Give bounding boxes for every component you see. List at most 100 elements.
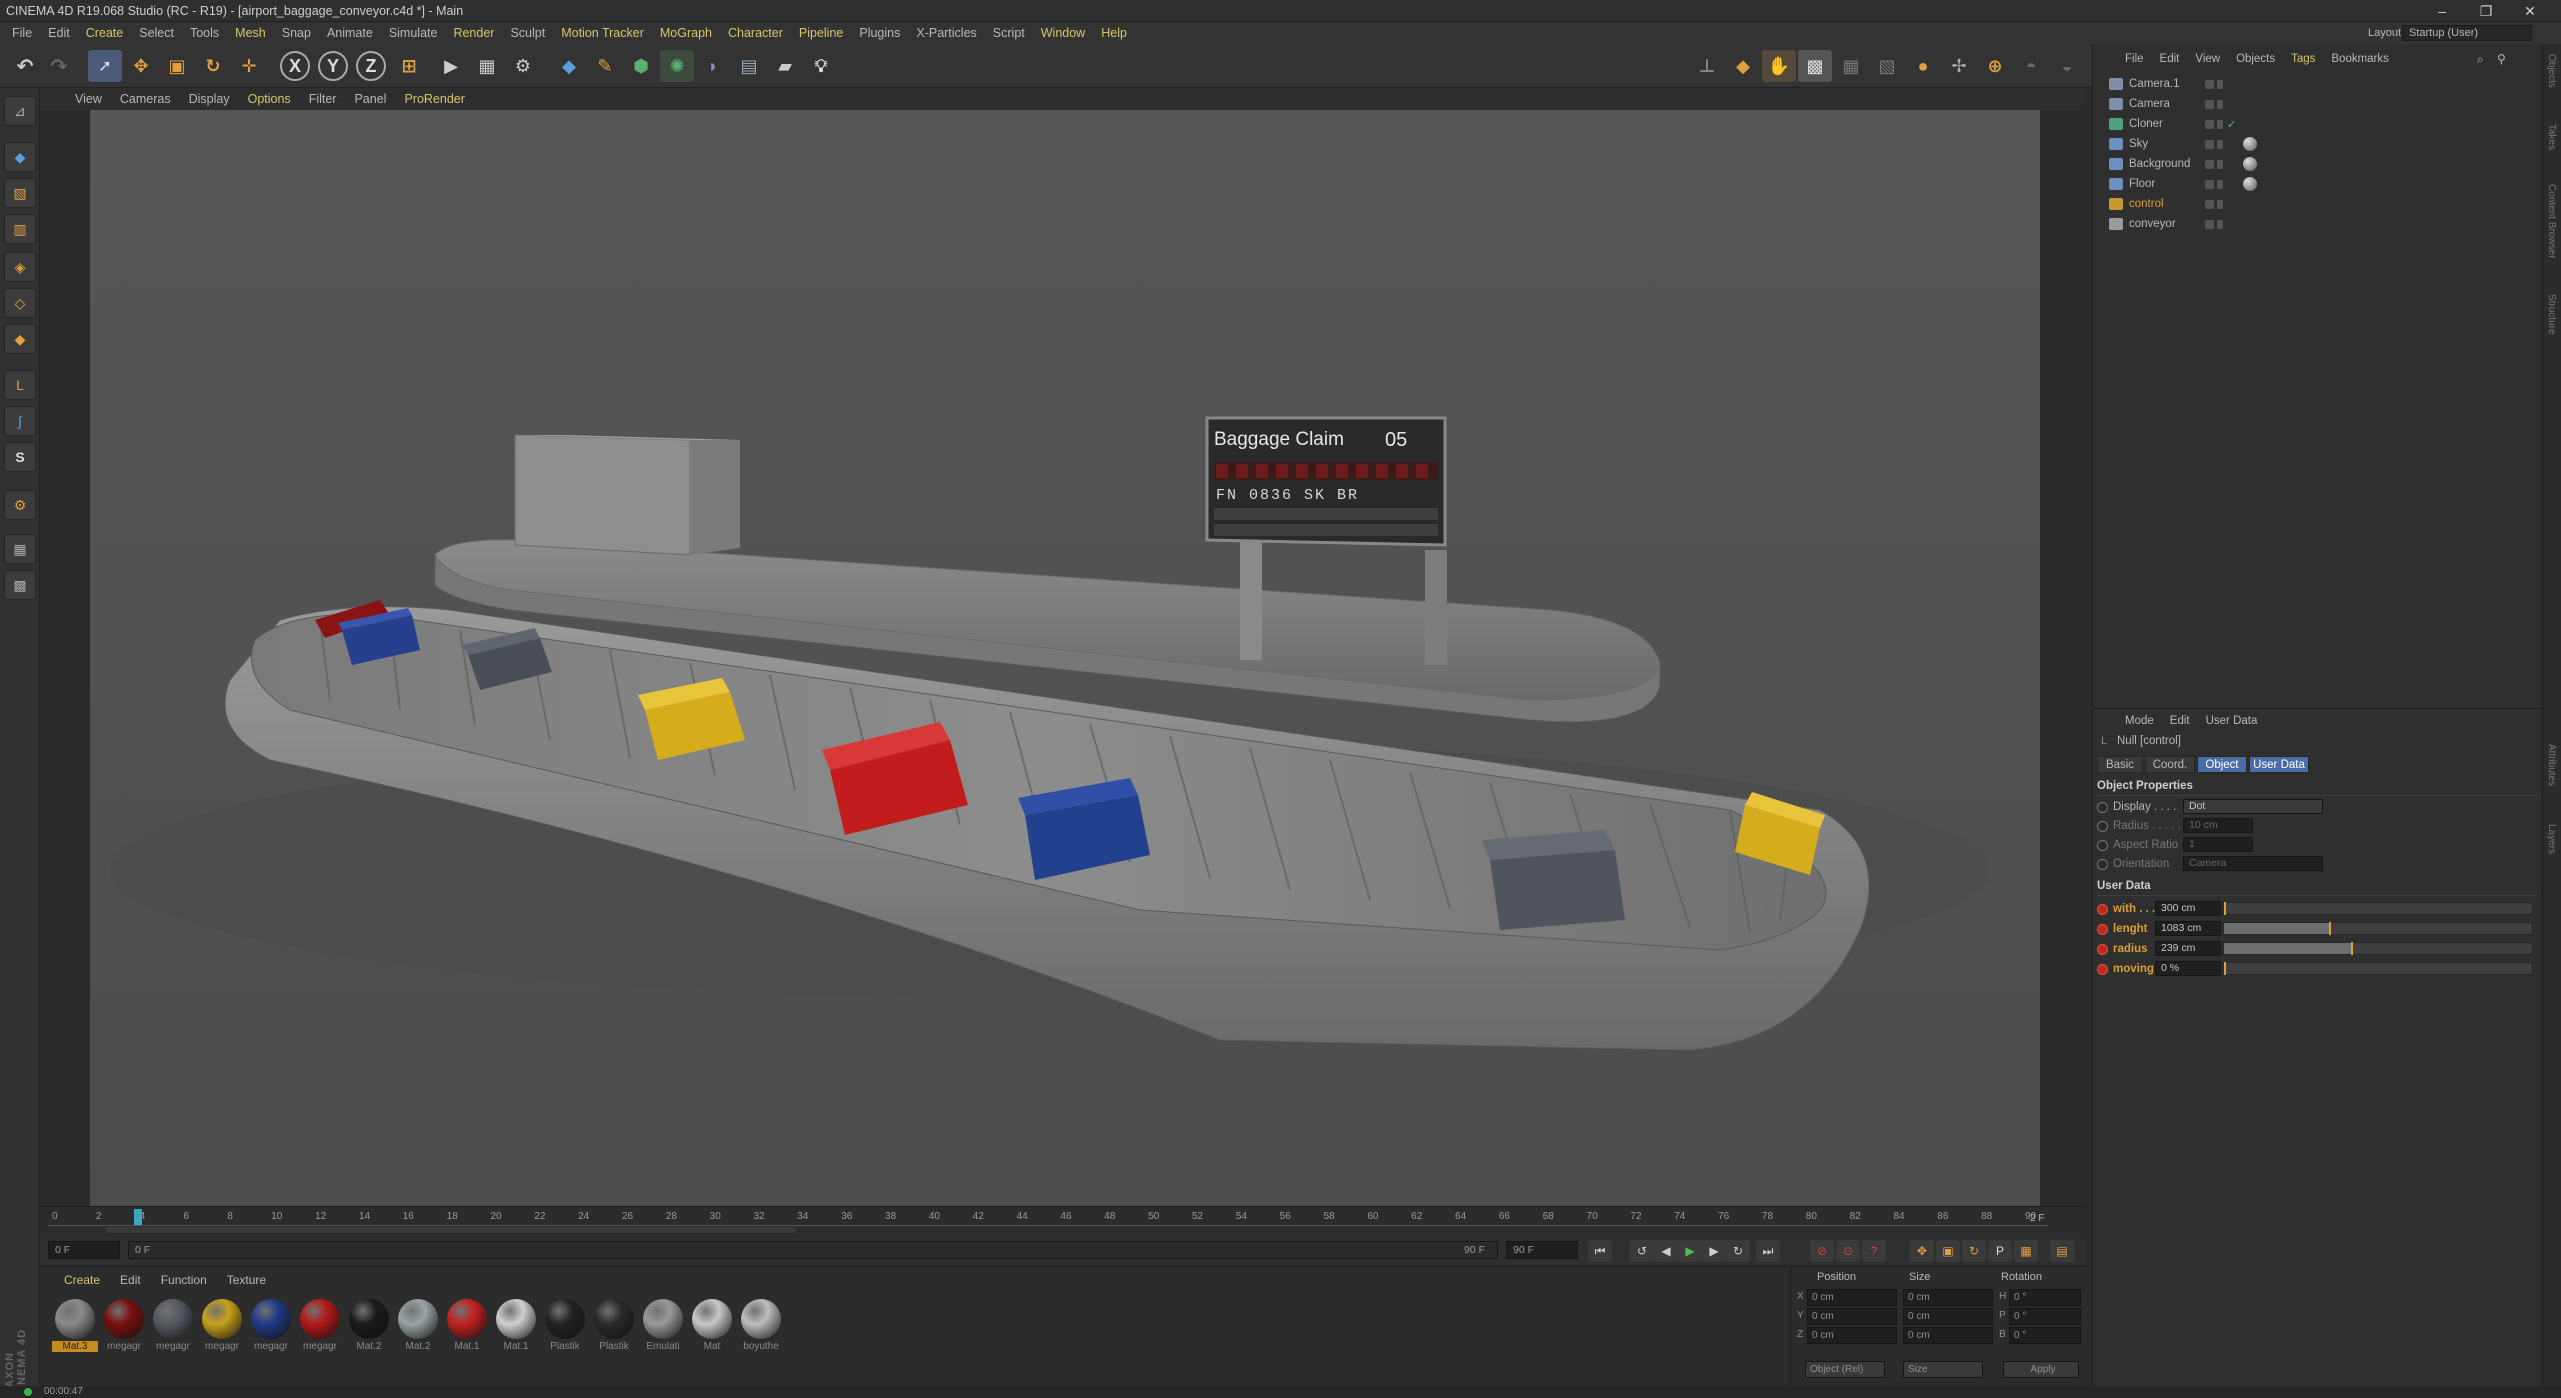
grid-icon[interactable]: ▧: [1870, 50, 1904, 82]
object-name[interactable]: Sky: [2129, 138, 2209, 150]
tab-coord[interactable]: Coord.: [2145, 756, 2195, 773]
animate-radio-icon[interactable]: [2097, 903, 2108, 915]
content-browser-tab[interactable]: Content Browser: [2546, 184, 2557, 258]
om-menu-view[interactable]: View: [2187, 53, 2228, 65]
editor-visibility-icon[interactable]: [2205, 179, 2214, 189]
object-name[interactable]: control: [2129, 198, 2209, 210]
select-tool-icon[interactable]: ➚: [88, 50, 122, 82]
tab-object[interactable]: Object: [2197, 756, 2247, 773]
om-menu-tags[interactable]: Tags: [2283, 53, 2323, 65]
editor-visibility-icon[interactable]: [2205, 159, 2214, 169]
user-data-value-field[interactable]: 300 cm: [2155, 901, 2221, 916]
vp-menu-options[interactable]: Options: [239, 92, 300, 106]
property-value-field[interactable]: Camera: [2183, 856, 2323, 871]
previous-frame-icon[interactable]: ◀: [1654, 1240, 1678, 1262]
camera-icon[interactable]: ▰: [768, 50, 802, 82]
key-position-icon[interactable]: ✥: [1910, 1240, 1934, 1262]
menu-x-particles[interactable]: X-Particles: [908, 26, 984, 40]
menu-mesh[interactable]: Mesh: [227, 26, 274, 40]
editor-visibility-icon[interactable]: [2205, 79, 2214, 89]
object-row[interactable]: Cloner ✓: [2093, 114, 2543, 134]
mat-menu-edit[interactable]: Edit: [110, 1273, 151, 1287]
key-rotation-icon[interactable]: ↻: [1962, 1240, 1986, 1262]
om-menu-edit[interactable]: Edit: [2152, 53, 2188, 65]
workplane-icon[interactable]: ◆: [1726, 50, 1760, 82]
object-name[interactable]: Camera.1: [2129, 78, 2209, 90]
floor-icon[interactable]: ▤: [732, 50, 766, 82]
menu-select[interactable]: Select: [131, 26, 182, 40]
material-swatch[interactable]: boyuthe: [738, 1297, 784, 1359]
move-tool-icon[interactable]: ✥: [124, 50, 158, 82]
restore-icon[interactable]: ❐: [2464, 0, 2508, 22]
material-swatch[interactable]: megagr: [297, 1297, 343, 1359]
menu-mograph[interactable]: MoGraph: [652, 26, 720, 40]
next-key-icon[interactable]: ↻: [1726, 1240, 1750, 1262]
polygons-mode-icon[interactable]: ◆: [4, 324, 36, 354]
solo-mode-icon[interactable]: S: [4, 442, 36, 472]
previous-key-icon[interactable]: ↺: [1630, 1240, 1654, 1262]
object-name[interactable]: conveyor: [2129, 218, 2209, 230]
snapping-icon[interactable]: ⚙: [4, 490, 36, 520]
om-menu-bookmarks[interactable]: Bookmarks: [2323, 53, 2397, 65]
position-field[interactable]: 0 cm: [1807, 1289, 1897, 1306]
minimize-icon[interactable]: –: [2420, 0, 2464, 22]
object-row[interactable]: conveyor: [2093, 214, 2543, 234]
enable-axis-icon[interactable]: L: [4, 370, 36, 400]
material-swatch[interactable]: megagr: [248, 1297, 294, 1359]
om-menu-file[interactable]: File: [2117, 53, 2152, 65]
keyframe-selection-icon[interactable]: ?: [1862, 1240, 1886, 1262]
vp-menu-filter[interactable]: Filter: [300, 92, 346, 106]
close-icon[interactable]: ✕: [2508, 0, 2552, 22]
coord-mode-select[interactable]: Object (Rel): [1805, 1361, 1885, 1378]
position-field[interactable]: 0 cm: [1807, 1308, 1897, 1325]
range-slider[interactable]: 0 F 90 F: [128, 1241, 1498, 1259]
go-to-end-icon[interactable]: ⏭: [1756, 1240, 1780, 1262]
material-swatch[interactable]: Plastik: [542, 1297, 588, 1359]
mat-menu-function[interactable]: Function: [151, 1273, 217, 1287]
object-row[interactable]: Background: [2093, 154, 2543, 174]
render-visibility-icon[interactable]: [2217, 179, 2223, 189]
mat-menu-create[interactable]: Create: [54, 1273, 110, 1287]
menu-motion-tracker[interactable]: Motion Tracker: [553, 26, 652, 40]
enabled-check-icon[interactable]: ✓: [2227, 118, 2236, 131]
position-field[interactable]: 0 cm: [1807, 1327, 1897, 1344]
checker-icon[interactable]: ▩: [1798, 50, 1832, 82]
light-icon[interactable]: 💡︎: [804, 50, 838, 82]
object-name[interactable]: Background: [2129, 158, 2209, 170]
render-visibility-icon[interactable]: [2217, 119, 2223, 129]
current-frame-field[interactable]: 0 F: [48, 1241, 120, 1259]
autokey-icon[interactable]: ⊙: [1836, 1240, 1860, 1262]
object-row[interactable]: Floor: [2093, 174, 2543, 194]
menu-help[interactable]: Help: [1093, 26, 1135, 40]
mat-menu-texture[interactable]: Texture: [217, 1273, 276, 1287]
vp-menu-prorender[interactable]: ProRender: [395, 92, 473, 106]
object-row[interactable]: Sky: [2093, 134, 2543, 154]
user-data-value-field[interactable]: 1083 cm: [2155, 921, 2221, 936]
key-pla-icon[interactable]: ▦: [2014, 1240, 2038, 1262]
object-row[interactable]: control: [2093, 194, 2543, 214]
material-tag-icon[interactable]: [2243, 157, 2257, 171]
vp-menu-cameras[interactable]: Cameras: [111, 92, 180, 106]
y-axis-lock[interactable]: Y: [318, 51, 348, 81]
make-editable-icon[interactable]: ⊿: [4, 96, 36, 126]
structure-tab[interactable]: Structure: [2546, 294, 2557, 335]
editor-visibility-icon[interactable]: [2205, 199, 2214, 209]
sphere-icon[interactable]: ◓: [2014, 50, 2048, 82]
animate-radio-icon[interactable]: [2097, 820, 2108, 832]
render-visibility-icon[interactable]: [2217, 199, 2223, 209]
go-to-start-icon[interactable]: ⏮: [1588, 1240, 1612, 1262]
slider-handle[interactable]: [2329, 922, 2332, 935]
key-param-icon[interactable]: P: [1988, 1240, 2012, 1262]
user-data-slider[interactable]: [2223, 962, 2533, 975]
tab-user-data[interactable]: User Data: [2249, 756, 2309, 773]
menu-animate[interactable]: Animate: [319, 26, 381, 40]
workplane-mode-icon[interactable]: ▥: [4, 214, 36, 244]
vp-menu-panel[interactable]: Panel: [345, 92, 395, 106]
render-view-icon[interactable]: ▶: [434, 50, 468, 82]
magnet-icon[interactable]: ⊕: [1978, 50, 2012, 82]
render-visibility-icon[interactable]: [2217, 99, 2223, 109]
cube-icon[interactable]: ◆: [552, 50, 586, 82]
play-icon[interactable]: ▶: [1678, 1240, 1702, 1262]
perspective-viewport[interactable]: Baggage Claim 05 FN 0836 SK BR: [40, 110, 2086, 1206]
user-data-value-field[interactable]: 239 cm: [2155, 941, 2221, 956]
